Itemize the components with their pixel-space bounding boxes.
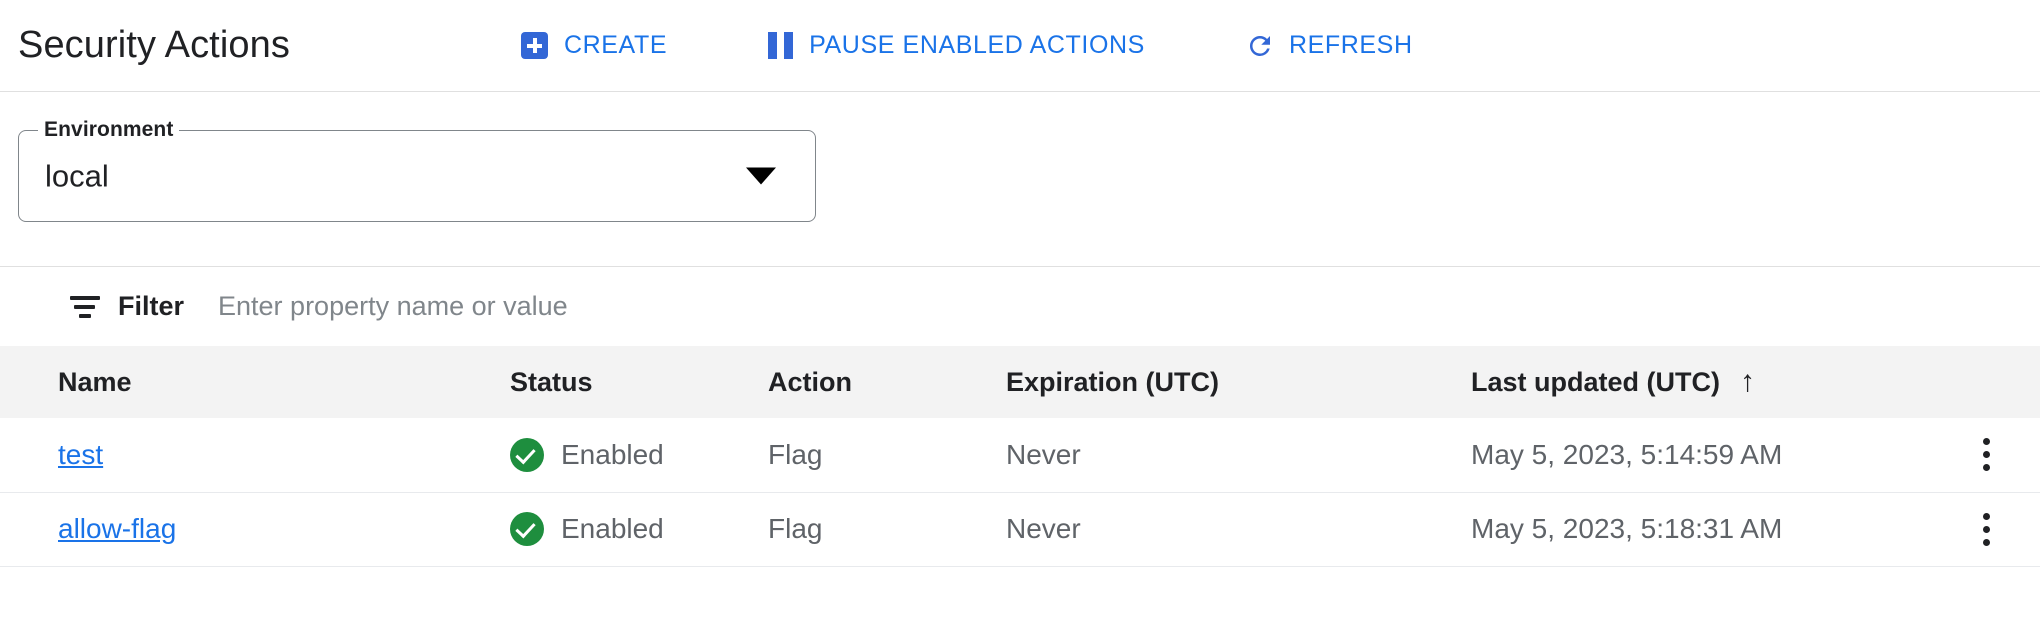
cell-expiration: Never (1006, 438, 1081, 470)
cell-expiration: Never (1006, 513, 1081, 544)
table-header: Name Status Action Expiration (UTC) Last… (0, 346, 2040, 418)
column-header-menu (1971, 346, 2040, 418)
pause-icon (765, 31, 795, 61)
environment-select-area: Environment local (0, 92, 2040, 222)
cell-row-menu (1971, 418, 2040, 492)
status-badge: Enabled (561, 438, 664, 470)
action-name-link[interactable]: test (58, 439, 103, 470)
create-button[interactable]: CREATE (520, 31, 667, 61)
filter-row: Filter (0, 266, 2040, 346)
environment-select-label: Environment (38, 119, 180, 141)
table-body: test Enabled Flag Never May 5, 2023, 5:1… (0, 418, 2040, 566)
refresh-button-label: REFRESH (1288, 31, 1413, 59)
page-title: Security Actions (18, 24, 290, 66)
cell-last-updated: May 5, 2023, 5:14:59 AM (1471, 438, 1783, 470)
column-header-action-label: Action (768, 366, 852, 397)
check-circle-icon (510, 437, 544, 472)
plus-icon (520, 31, 550, 61)
cell-row-menu (1971, 492, 2040, 566)
table-header-row: Name Status Action Expiration (UTC) Last… (0, 346, 2040, 418)
column-header-expiration-label: Expiration (UTC) (1006, 366, 1219, 397)
chevron-down-icon[interactable] (746, 167, 776, 185)
cell-name: test (0, 418, 510, 492)
refresh-button[interactable]: REFRESH (1245, 31, 1413, 61)
table-row[interactable]: allow-flag Enabled Flag Never May 5, 202… (0, 492, 2040, 566)
check-circle-icon (510, 512, 544, 546)
environment-select[interactable]: Environment local (18, 119, 816, 222)
column-header-name-label: Name (58, 366, 132, 397)
column-header-name[interactable]: Name (0, 346, 510, 418)
column-header-status[interactable]: Status (510, 346, 768, 418)
column-header-expiration[interactable]: Expiration (UTC) (1006, 346, 1471, 418)
pause-button-label: PAUSE ENABLED ACTIONS (809, 31, 1145, 59)
table-row[interactable]: test Enabled Flag Never May 5, 2023, 5:1… (0, 418, 2040, 492)
cell-last-updated: May 5, 2023, 5:18:31 AM (1471, 513, 1783, 544)
environment-select-outline (18, 130, 816, 222)
more-vert-icon[interactable] (1971, 438, 2001, 472)
environment-select-value: local (45, 158, 109, 194)
page-toolbar: Security Actions CREATE PAUSE ENABLED AC… (0, 0, 2040, 92)
filter-label: Filter (118, 291, 185, 321)
cell-status: Enabled (510, 492, 768, 566)
cell-name: allow-flag (0, 492, 510, 566)
cell-action: Flag (768, 513, 823, 544)
refresh-icon (1245, 31, 1275, 61)
column-header-action[interactable]: Action (768, 346, 1006, 418)
column-header-status-label: Status (510, 366, 593, 397)
action-name-link[interactable]: allow-flag (58, 513, 176, 544)
status-badge: Enabled (561, 513, 664, 544)
column-header-last-updated[interactable]: Last updated (UTC) ↑ (1471, 346, 1971, 418)
security-actions-table: Name Status Action Expiration (UTC) Last… (0, 346, 2040, 567)
filter-list-icon[interactable] (70, 295, 100, 318)
cell-action: Flag (768, 438, 823, 470)
pause-enabled-actions-button[interactable]: PAUSE ENABLED ACTIONS (765, 31, 1145, 61)
filter-input[interactable] (216, 290, 1121, 323)
arrow-up-icon: ↑ (1740, 365, 1755, 398)
create-button-label: CREATE (563, 31, 668, 59)
cell-status: Enabled (510, 418, 768, 492)
column-header-last-updated-label: Last updated (UTC) (1471, 366, 1720, 397)
more-vert-icon[interactable] (1971, 512, 2001, 546)
